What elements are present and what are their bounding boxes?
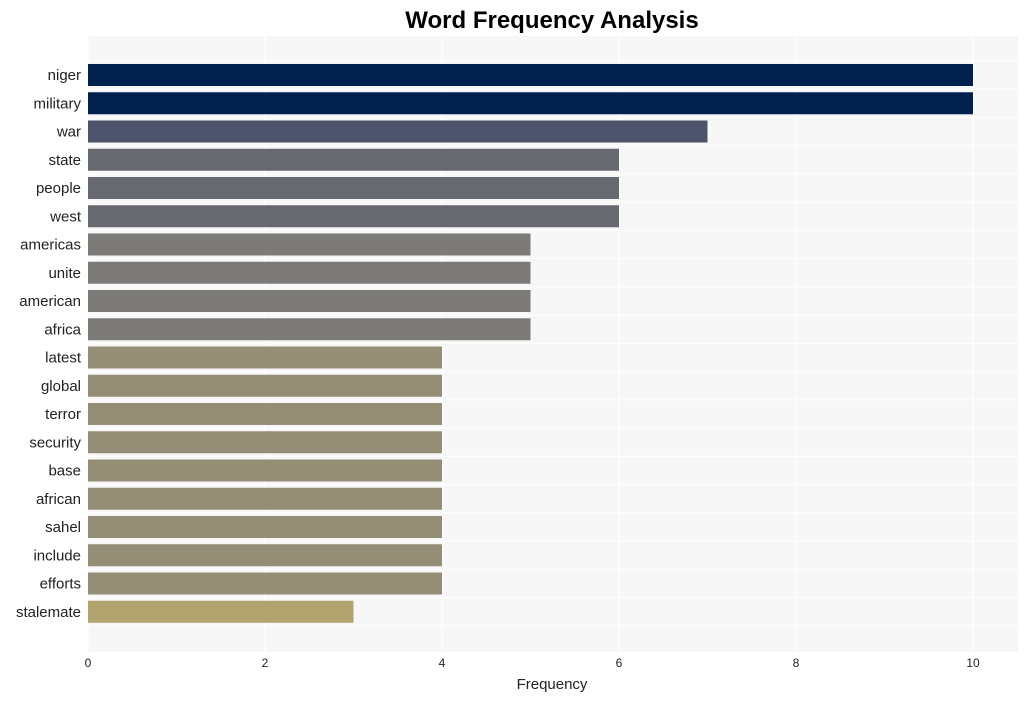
y-tick-label: sahel [45, 519, 81, 536]
bar-americas [88, 233, 531, 256]
y-tick-label: niger [48, 67, 81, 84]
bar-military [88, 92, 973, 115]
x-tick-label: 2 [262, 656, 269, 670]
bar-american [88, 290, 531, 312]
y-tick-label: efforts [40, 576, 81, 593]
y-tick-label: security [29, 434, 81, 451]
y-tick-label: american [19, 293, 81, 310]
bar-terror [88, 403, 442, 425]
y-tick-label: unite [48, 265, 81, 282]
bar-efforts [88, 572, 442, 595]
x-tick-label: 10 [966, 656, 980, 670]
bar-sahel [88, 516, 442, 538]
bar-west [88, 205, 619, 228]
chart-title: Word Frequency Analysis [405, 7, 698, 34]
y-tick-label: include [33, 547, 81, 564]
y-axis-labels: niger military war state people west americas u… [16, 67, 82, 621]
y-tick-label: latest [45, 350, 82, 367]
bar-global [88, 374, 442, 397]
y-tick-label: base [48, 463, 81, 480]
x-axis-label: Frequency [517, 676, 588, 693]
y-tick-label: people [36, 180, 81, 197]
x-tick-label: 0 [85, 656, 92, 670]
y-tick-label: military [34, 95, 82, 112]
x-tick-label: 6 [616, 656, 623, 670]
x-tick-label: 4 [439, 656, 446, 670]
bar-state [88, 148, 619, 171]
bar-include [88, 544, 442, 567]
bar-niger [88, 64, 973, 86]
x-tick-label: 8 [793, 656, 800, 670]
y-tick-label: africa [44, 321, 81, 338]
bar-war [88, 120, 708, 143]
y-tick-label: stalemate [16, 604, 81, 621]
bar-stalemate [88, 600, 354, 623]
y-tick-label: state [48, 152, 81, 169]
y-tick-label: americas [20, 237, 81, 254]
bar-african [88, 487, 442, 510]
y-tick-label: terror [45, 406, 81, 423]
bar-africa [88, 318, 531, 341]
x-axis-ticks: 0 2 4 6 8 10 [85, 656, 980, 670]
y-tick-label: global [41, 378, 81, 395]
bar-people [88, 177, 619, 199]
word-frequency-chart: niger military war state people west americas u… [16, 7, 1018, 693]
bar-unite [88, 261, 531, 284]
y-tick-label: west [49, 208, 82, 225]
y-tick-label: war [56, 124, 81, 141]
bar-security [88, 431, 442, 454]
y-tick-label: african [36, 491, 81, 508]
bar-latest [88, 346, 442, 369]
bar-base [88, 459, 442, 482]
